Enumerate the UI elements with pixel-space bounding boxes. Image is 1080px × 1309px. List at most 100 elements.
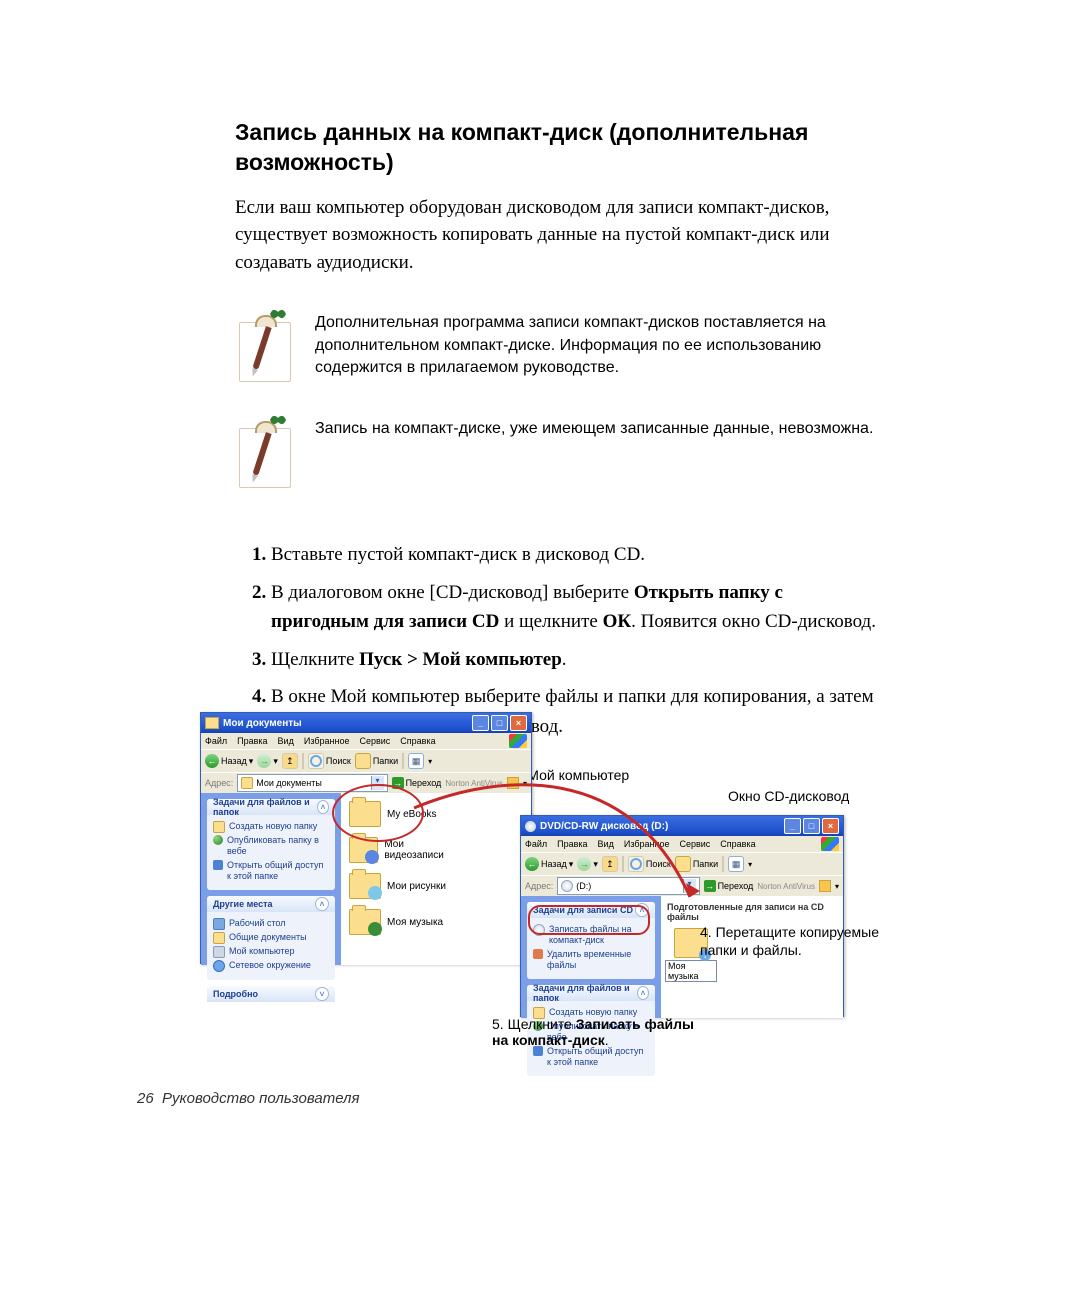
panel-cd-tasks: Задачи для записи CD˄ Записать файлы на …: [527, 902, 655, 979]
maximize-button[interactable]: □: [491, 715, 508, 731]
place-desktop[interactable]: Рабочий стол: [213, 918, 329, 930]
task-publish[interactable]: Опубликовать папку в вебе: [213, 835, 329, 858]
search-button[interactable]: Поиск: [308, 753, 351, 769]
search-button[interactable]: Поиск: [628, 856, 671, 872]
content-column: Запись данных на компакт-диск (дополните…: [235, 118, 885, 789]
norton-icon[interactable]: [819, 880, 831, 892]
norton-icon[interactable]: [507, 777, 519, 789]
up-button[interactable]: ↥: [602, 856, 618, 872]
back-button[interactable]: ←Назад ▾: [525, 857, 573, 871]
windows-flag-icon: [821, 837, 839, 851]
forward-button[interactable]: → ▾: [257, 754, 278, 768]
menu-favorites[interactable]: Избранное: [304, 736, 350, 746]
folder-ebooks[interactable]: My eBooks: [349, 801, 459, 827]
place-shared-docs[interactable]: Общие документы: [213, 932, 329, 944]
address-combo[interactable]: Мои документы ▾: [237, 774, 387, 792]
menu-help[interactable]: Справка: [400, 736, 435, 746]
folder-small-icon: [205, 717, 219, 729]
address-dropdown-icon[interactable]: ▾: [371, 776, 384, 790]
titlebar: DVD/CD-RW дисковод (D:) _ □ ×: [521, 816, 843, 836]
tasks-pane: Задачи для файлов и папок˄ Создать новую…: [201, 793, 341, 965]
task-delete-temp[interactable]: Удалить временные файлы: [533, 949, 649, 972]
section-heading: Запись данных на компакт-диск (дополните…: [235, 118, 885, 178]
callout-4-line1: 4. Перетащите копируемые: [700, 924, 879, 940]
panel-heading[interactable]: Другие места˄: [207, 896, 335, 912]
menu-edit[interactable]: Правка: [557, 839, 587, 849]
panel-heading[interactable]: Подробно˅: [207, 986, 335, 1002]
address-bar: Адрес: Мои документы ▾ →Переход Norton A…: [201, 773, 531, 793]
address-combo[interactable]: (D:) ▾: [557, 877, 699, 895]
menu-file[interactable]: Файл: [525, 839, 547, 849]
staged-file-label: Моя музыка: [665, 960, 717, 982]
task-burn-cd[interactable]: Записать файлы на компакт-диск: [533, 924, 649, 947]
page-footer: 26 Руководство пользователя: [137, 1090, 360, 1107]
menu-bar: Файл Правка Вид Избранное Сервис Справка: [201, 733, 531, 749]
panel-heading[interactable]: Задачи для файлов и папок˄: [527, 985, 655, 1001]
views-button[interactable]: ▦: [728, 856, 744, 872]
up-button[interactable]: ↥: [282, 753, 298, 769]
go-button[interactable]: →Переход: [704, 880, 754, 892]
window-title: DVD/CD-RW дисковод (D:): [540, 821, 668, 832]
note-2-text: Запись на компакт-диске, уже имеющем зап…: [315, 412, 873, 440]
back-button[interactable]: ←Назад ▾: [205, 754, 253, 768]
menu-tools[interactable]: Сервис: [679, 839, 710, 849]
address-label: Адрес:: [525, 881, 553, 891]
place-network[interactable]: Сетевое окружение: [213, 960, 329, 972]
intro-paragraph: Если ваш компьютер оборудован дисководом…: [235, 194, 885, 277]
views-button[interactable]: ▦: [408, 753, 424, 769]
address-bar: Адрес: (D:) ▾ →Переход Norton AntiVirus …: [521, 876, 843, 896]
close-button[interactable]: ×: [822, 818, 839, 834]
folder-pictures[interactable]: Мои рисунки: [349, 873, 459, 899]
panel-other-places: Другие места˄ Рабочий стол Общие докумен…: [207, 896, 335, 980]
titlebar: Мои документы _ □ ×: [201, 713, 531, 733]
address-dropdown-icon[interactable]: ▾: [683, 879, 696, 893]
window-cd-drive: DVD/CD-RW дисковод (D:) _ □ × Файл Правк…: [520, 815, 844, 1017]
collapse-icon[interactable]: ˄: [317, 800, 329, 814]
disc-icon: [525, 821, 536, 832]
folder-icon: [241, 777, 253, 789]
menu-file[interactable]: Файл: [205, 736, 227, 746]
panel-heading[interactable]: Задачи для записи CD˄: [527, 902, 655, 918]
task-new-folder[interactable]: Создать новую папку: [213, 821, 329, 833]
menu-view[interactable]: Вид: [598, 839, 614, 849]
panel-details: Подробно˅: [207, 986, 335, 1002]
address-value: (D:): [576, 881, 591, 891]
menu-view[interactable]: Вид: [278, 736, 294, 746]
menu-edit[interactable]: Правка: [237, 736, 267, 746]
menu-favorites[interactable]: Избранное: [624, 839, 670, 849]
panel-heading[interactable]: Задачи для файлов и папок˄: [207, 799, 335, 815]
minimize-button[interactable]: _: [472, 715, 489, 731]
screenshots-area: Мои документы _ □ × Файл Правка Вид Избр…: [200, 712, 900, 1052]
close-button[interactable]: ×: [510, 715, 527, 731]
maximize-button[interactable]: □: [803, 818, 820, 834]
collapse-icon[interactable]: ˄: [637, 986, 649, 1000]
windows-flag-icon: [509, 734, 527, 748]
step-1: Вставьте пустой компакт-диск в дисковод …: [271, 540, 885, 569]
note-2: Запись на компакт-диске, уже имеющем зап…: [235, 412, 885, 492]
window-title: Мои документы: [223, 718, 302, 729]
window-body: Задачи для файлов и папок˄ Создать новую…: [201, 793, 531, 965]
task-share[interactable]: Открыть общий доступ к этой папке: [213, 860, 329, 883]
callout-4-line2: папки и файлы.: [700, 942, 802, 958]
menu-tools[interactable]: Сервис: [359, 736, 390, 746]
address-value: Мои документы: [256, 778, 322, 788]
norton-label: Norton AntiVirus: [445, 779, 503, 788]
folder-music[interactable]: Моя музыка: [349, 909, 459, 935]
task-share[interactable]: Открыть общий доступ к этой папке: [533, 1046, 649, 1069]
page: Запись данных на компакт-диск (дополните…: [0, 0, 1080, 1309]
forward-button[interactable]: → ▾: [577, 857, 598, 871]
toolbar: ←Назад ▾ → ▾ ↥ Поиск Папки ▦▾: [521, 852, 843, 876]
collapse-icon[interactable]: ˄: [315, 897, 329, 911]
folders-button[interactable]: Папки: [355, 753, 398, 769]
folder-videos[interactable]: Мои видеозаписи: [349, 837, 459, 863]
disc-icon: [561, 880, 573, 892]
menu-help[interactable]: Справка: [720, 839, 755, 849]
place-my-computer[interactable]: Мой компьютер: [213, 946, 329, 958]
go-button[interactable]: →Переход: [392, 777, 442, 789]
instruction-list: Вставьте пустой компакт-диск в дисковод …: [235, 540, 885, 741]
folders-button[interactable]: Папки: [675, 856, 718, 872]
minimize-button[interactable]: _: [784, 818, 801, 834]
expand-icon[interactable]: ˅: [315, 987, 329, 1001]
collapse-icon[interactable]: ˄: [635, 903, 649, 917]
toolbar: ←Назад ▾ → ▾ ↥ Поиск Папки ▦▾: [201, 749, 531, 773]
